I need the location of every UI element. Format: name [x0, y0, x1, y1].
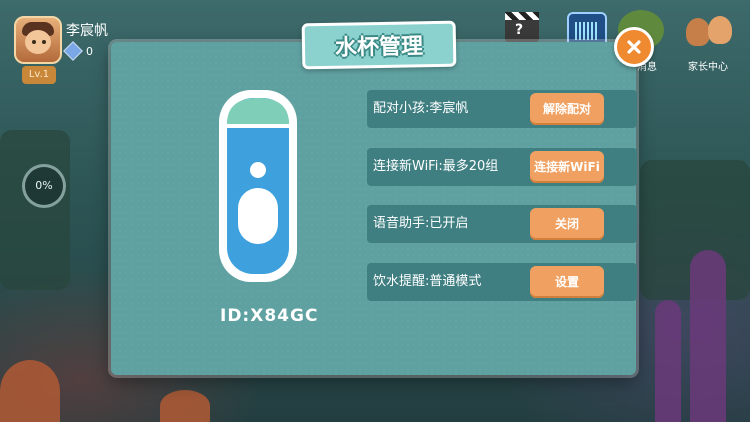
unpair-button[interactable]: 解除配对 [530, 93, 604, 125]
close-icon [627, 40, 641, 54]
bg-seaweed [655, 300, 681, 422]
level-badge: Lv.1 [22, 66, 56, 84]
parent-figure [708, 16, 732, 44]
drink-reminder-label: 饮水提醒:普通模式 [373, 274, 482, 289]
bg-coral [0, 360, 60, 422]
device-id: ID:X84GC [220, 306, 319, 326]
username: 李宸帆 [66, 23, 108, 39]
pair-child-row: 配对小孩:李宸帆 解除配对 [367, 90, 637, 128]
avatar-face [25, 30, 51, 54]
video-clapper-icon[interactable]: ? [505, 12, 539, 42]
water-cup-icon [219, 90, 297, 282]
wifi-label: 连接新WiFi:最多20组 [373, 159, 499, 174]
avatar[interactable] [14, 16, 62, 64]
drink-reminder-row: 饮水提醒:普通模式 设置 [367, 263, 637, 301]
parent-center-label: 家长中心 [688, 62, 728, 73]
drink-reminder-settings-button[interactable]: 设置 [530, 266, 604, 298]
parent-center-icon[interactable] [684, 14, 736, 50]
gem-counter: 0 [63, 41, 93, 61]
progress-indicator: 0% [22, 164, 66, 208]
avatar-eye [42, 40, 46, 44]
gem-icon [63, 41, 83, 61]
bg-rock [0, 130, 70, 290]
equalizer-icon [575, 22, 599, 40]
close-button[interactable] [614, 27, 654, 67]
bg-coral [160, 390, 210, 422]
avatar-eye [32, 40, 36, 44]
question-mark-icon: ? [515, 22, 524, 38]
voice-assistant-off-button[interactable]: 关闭 [530, 208, 604, 240]
gem-count: 0 [86, 44, 93, 58]
connect-wifi-button[interactable]: 连接新WiFi [530, 151, 604, 183]
bg-seaweed [690, 250, 726, 422]
pair-child-label: 配对小孩:李宸帆 [373, 101, 469, 116]
dialog-title: 水杯管理 [334, 34, 424, 61]
wifi-row: 连接新WiFi:最多20组 连接新WiFi [367, 148, 637, 186]
voice-assistant-row: 语音助手:已开启 关闭 [367, 205, 637, 243]
dialog-title-banner: 水杯管理 [301, 20, 457, 70]
voice-assistant-label: 语音助手:已开启 [373, 216, 469, 231]
parent-figure [686, 18, 710, 46]
